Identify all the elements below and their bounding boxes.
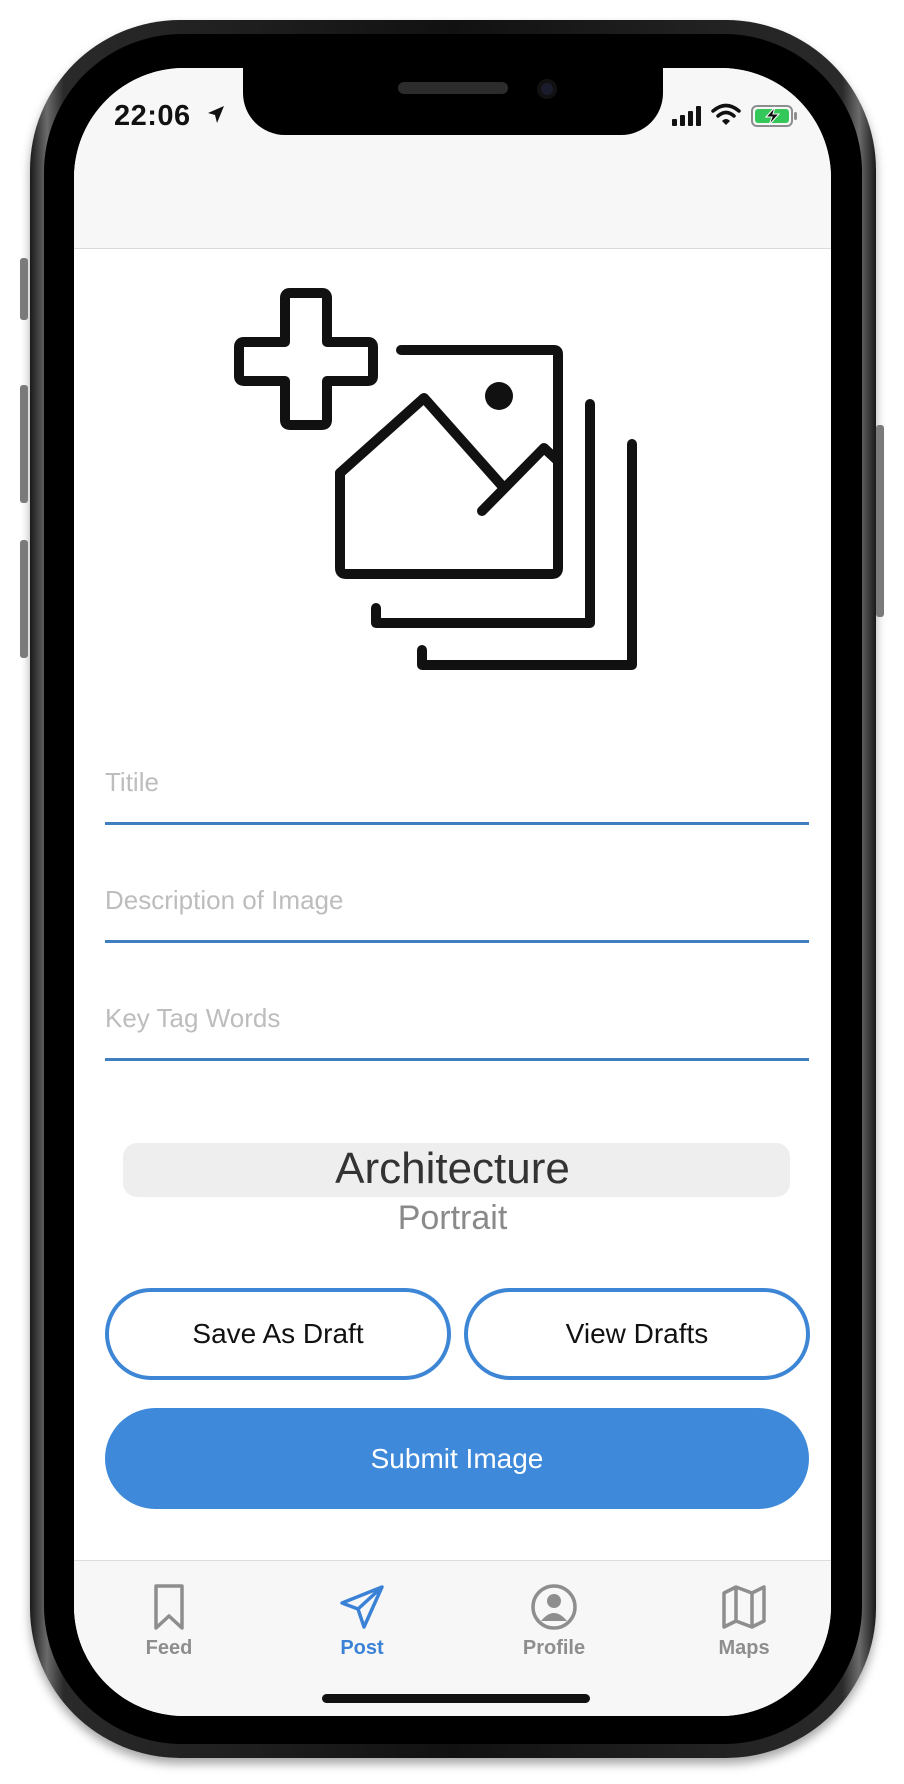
description-input[interactable] [105,870,809,930]
bookmark-icon [154,1584,184,1630]
title-field[interactable] [105,752,809,825]
description-field[interactable] [105,870,809,943]
tab-maps-label: Maps [718,1637,770,1659]
save-draft-button[interactable]: Save As Draft [105,1288,451,1380]
tab-bar: Feed Post Profile Maps [74,1560,831,1716]
power-button [876,425,884,617]
person-circle-icon [531,1584,577,1630]
tab-post-label: Post [340,1637,384,1659]
paper-plane-icon [340,1585,384,1629]
tab-feed[interactable]: Feed [94,1583,244,1660]
title-input[interactable] [105,752,809,812]
home-indicator[interactable] [322,1694,590,1703]
location-arrow-icon [208,106,224,123]
front-camera [537,79,557,99]
tags-field[interactable] [105,988,809,1061]
tab-feed-label: Feed [145,1637,193,1659]
volume-up-button [20,385,28,503]
picker-next-option[interactable]: Portrait [74,1196,831,1240]
add-photo-icon[interactable] [234,278,654,698]
picker-selected-option[interactable]: Architecture [74,1141,831,1197]
app-screen: 22:06 Titile Description of Image Key Ta… [74,68,831,1716]
earpiece-speaker [398,82,508,94]
map-icon [722,1585,766,1629]
tab-post[interactable]: Post [287,1583,437,1660]
cellular-signal-icon [672,106,701,126]
silent-switch [20,258,28,320]
tags-input[interactable] [105,988,809,1048]
tab-profile[interactable]: Profile [479,1583,629,1660]
status-time: 22:06 [114,100,191,132]
view-drafts-button[interactable]: View Drafts [464,1288,810,1380]
tab-profile-label: Profile [522,1637,586,1659]
submit-image-button[interactable]: Submit Image [105,1408,809,1509]
tab-maps[interactable]: Maps [669,1583,819,1660]
notch [243,68,663,135]
volume-down-button [20,540,28,658]
wifi-icon [711,103,741,125]
battery-charging-icon [751,105,797,127]
